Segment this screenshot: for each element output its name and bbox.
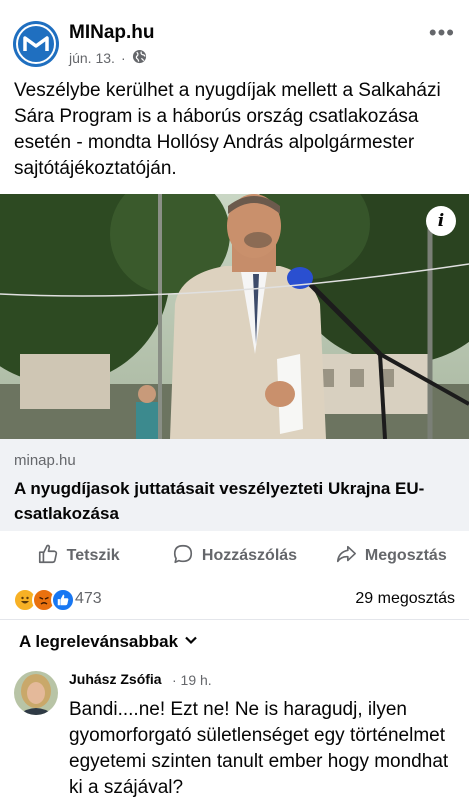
share-button[interactable]: Megosztás bbox=[313, 532, 469, 580]
info-button[interactable]: i bbox=[426, 206, 456, 236]
comment-time[interactable]: · 19 h. bbox=[172, 672, 212, 688]
sort-label: A legrelevánsabbak bbox=[19, 632, 179, 651]
chevron-down-icon bbox=[184, 632, 198, 652]
page-avatar[interactable] bbox=[13, 21, 59, 67]
page-name[interactable]: MINap.hu bbox=[69, 22, 155, 44]
section-divider bbox=[0, 619, 469, 620]
like-label: Tetszik bbox=[66, 547, 120, 564]
share-arrow-icon bbox=[335, 543, 357, 570]
comment-sort-dropdown[interactable]: A legrelevánsabbak bbox=[19, 632, 198, 652]
globe-icon bbox=[132, 49, 147, 67]
link-domain: minap.hu bbox=[14, 452, 76, 469]
post-date[interactable]: jún. 13. bbox=[69, 50, 115, 66]
reactions-row: 473 29 megosztás bbox=[0, 580, 469, 616]
comment-button[interactable]: Hozzászólás bbox=[156, 532, 312, 580]
like-button[interactable]: Tetszik bbox=[0, 532, 156, 580]
post-meta: jún. 13. · bbox=[69, 49, 147, 67]
link-title: A nyugdíjasok juttatásait veszélyezteti … bbox=[14, 479, 425, 523]
share-label: Megosztás bbox=[364, 547, 447, 564]
share-count[interactable]: 29 megosztás bbox=[355, 590, 455, 608]
comment-label: Hozzászólás bbox=[201, 547, 298, 564]
post-text: Veszélybe kerülhet a nyugdíjak mellett a… bbox=[14, 80, 441, 179]
reaction-icons[interactable] bbox=[13, 588, 75, 612]
post-photo[interactable]: i bbox=[0, 194, 469, 439]
like-icon bbox=[51, 588, 75, 612]
more-options-button[interactable]: ••• bbox=[429, 20, 455, 46]
reaction-count[interactable]: 473 bbox=[75, 590, 102, 608]
comment-text: Bandi....ne! Ezt ne! Ne is haragudj, ily… bbox=[69, 699, 449, 798]
page-logo-icon bbox=[16, 24, 56, 64]
post-header: MINap.hu jún. 13. · ••• bbox=[0, 0, 469, 74]
link-preview[interactable]: minap.hu A nyugdíjasok juttatásait veszé… bbox=[0, 439, 469, 531]
info-icon: i bbox=[437, 211, 445, 231]
comment-bubble-icon bbox=[172, 543, 194, 570]
meta-separator: · bbox=[120, 50, 126, 66]
thumbs-up-icon bbox=[37, 543, 59, 570]
commenter-avatar[interactable] bbox=[14, 671, 58, 715]
speaker-photo bbox=[0, 194, 469, 439]
comment-author[interactable]: Juhász Zsófia bbox=[69, 671, 162, 687]
post-actions-bar: Tetszik Hozzászólás Megosztás bbox=[0, 532, 469, 580]
